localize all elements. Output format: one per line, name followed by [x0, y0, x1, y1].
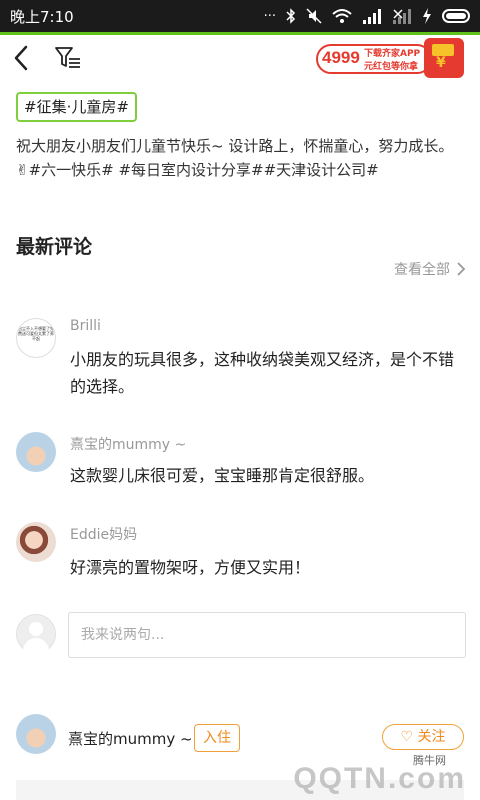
comment-text: 好漂亮的置物架呀，方便又实用！ [70, 558, 311, 577]
avatar[interactable] [16, 714, 56, 754]
promo-amount: 4999 [322, 48, 360, 67]
topic-tag[interactable]: #征集·儿童房# [16, 92, 137, 122]
status-bar: 晚上7:10 ··· [0, 0, 480, 32]
back-icon[interactable] [10, 43, 34, 73]
watermark: 腾牛网 QQTN.com [262, 748, 472, 800]
see-all-link[interactable]: 查看全部 [394, 259, 466, 279]
avatar[interactable] [16, 522, 56, 562]
post-description: 祝大朋友小朋友们儿童节快乐~ 设计路上，怀揣童心，努力成长。✌#六一快乐# #每… [16, 137, 454, 179]
bluetooth-icon [286, 8, 296, 24]
avatar[interactable]: 出尘不入不想要了免费送可爱但太累了养不起 [16, 318, 56, 358]
follow-label: 关注 [417, 729, 446, 745]
comment-user[interactable]: Eddie妈妈 [70, 524, 137, 544]
comment-user[interactable]: Brilli [70, 318, 101, 334]
avatar[interactable] [16, 432, 56, 472]
chevron-right-icon [457, 262, 466, 276]
battery-icon [442, 9, 470, 23]
status-badge: 入住 [194, 724, 240, 752]
mute-icon [306, 8, 322, 24]
heart-icon: ♡ [400, 729, 414, 745]
charging-icon [423, 8, 431, 24]
status-time: 晚上7:10 [10, 7, 74, 26]
comment-input[interactable]: 我来说两句... [68, 612, 466, 658]
top-bar: 4999 下载齐家APP 元红包等你拿 [0, 35, 480, 85]
wifi-icon [332, 9, 352, 23]
comment-text: 小朋友的玩具很多，这种收纳袋美观又经济，是个不错的选择。 [70, 350, 455, 396]
promo-line2: 元红包等你拿 [364, 62, 419, 72]
watermark-logo: QQTN.com [293, 762, 466, 795]
comment-text: 这款婴儿床很可爱，宝宝睡那肯定很舒服。 [70, 466, 375, 485]
red-envelope-icon [424, 38, 464, 78]
comments-title: 最新评论 [16, 236, 93, 258]
comment-user[interactable]: 熹宝的mummy ~ [70, 434, 186, 454]
follow-button[interactable]: ♡ 关注 [382, 724, 464, 750]
user-avatar-icon [16, 614, 56, 654]
avatar-text: 出尘不入不想要了免费送可爱但太累了养不起 [18, 326, 54, 341]
filter-icon[interactable] [54, 46, 82, 70]
signal2-icon [393, 9, 411, 24]
comment-input-row: 我来说两句... [0, 612, 480, 660]
dots-icon: ··· [263, 8, 276, 24]
signal-icon [363, 9, 381, 24]
status-icons: ··· [264, 8, 470, 24]
see-all-label: 查看全部 [394, 262, 450, 278]
author-name[interactable]: 熹宝的mummy ~ [68, 728, 193, 749]
promo-line1: 下载齐家APP [364, 49, 421, 59]
promo-banner[interactable]: 4999 下载齐家APP 元红包等你拿 [316, 36, 472, 80]
